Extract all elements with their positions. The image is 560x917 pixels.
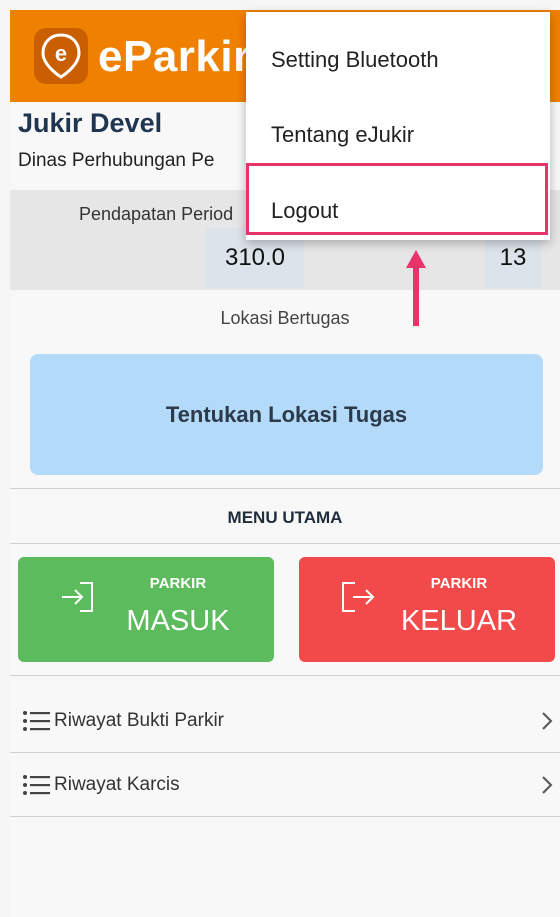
- menu-item-setting-bluetooth[interactable]: Setting Bluetooth: [246, 24, 550, 96]
- divider: [10, 675, 560, 676]
- user-organization: Dinas Perhubungan Pe: [18, 150, 215, 171]
- parkir-masuk-button[interactable]: PARKIR MASUK: [18, 557, 274, 662]
- parkir-keluar-label: KELUAR: [400, 605, 518, 637]
- logout-highlight-box: [246, 163, 548, 235]
- parkir-masuk-small-label: PARKIR: [149, 575, 207, 592]
- parkir-keluar-button[interactable]: PARKIR KELUAR: [299, 557, 555, 662]
- divider: [10, 543, 560, 544]
- app-title: eParkir: [98, 32, 251, 81]
- arrow-up-icon: [406, 250, 426, 326]
- divider: [10, 816, 560, 817]
- main-menu-title: MENU UTAMA: [227, 508, 343, 527]
- menu-item-label: Setting Bluetooth: [271, 47, 439, 72]
- parkir-keluar-small-label: PARKIR: [430, 575, 488, 592]
- list-item-label: Riwayat Karcis: [54, 774, 180, 795]
- divider: [10, 488, 560, 489]
- menu-item-label: Tentang eJukir: [271, 122, 415, 147]
- set-location-button[interactable]: Tentukan Lokasi Tugas: [30, 354, 543, 475]
- parkir-masuk-label: MASUK: [126, 605, 230, 637]
- location-pin-e-icon: e: [34, 28, 88, 84]
- chevron-right-icon: [542, 712, 553, 730]
- income-label: Pendapatan Period: [79, 204, 234, 224]
- logout-icon: [342, 582, 375, 612]
- list-item-riwayat-karcis[interactable]: Riwayat Karcis: [10, 754, 560, 816]
- list-icon: [23, 711, 50, 731]
- chevron-right-icon: [542, 776, 553, 794]
- login-icon: [62, 582, 93, 612]
- list-item-label: Riwayat Bukti Parkir: [54, 710, 224, 731]
- menu-item-tentang[interactable]: Tentang eJukir: [246, 99, 550, 171]
- list-icon: [23, 775, 50, 795]
- location-label: Lokasi Bertugas: [220, 308, 350, 328]
- set-location-button-label: Tentukan Lokasi Tugas: [165, 401, 408, 427]
- divider: [10, 752, 560, 753]
- user-name: Jukir Devel: [18, 108, 163, 138]
- svg-text:e: e: [55, 41, 67, 66]
- list-item-riwayat-bukti-parkir[interactable]: Riwayat Bukti Parkir: [10, 690, 560, 752]
